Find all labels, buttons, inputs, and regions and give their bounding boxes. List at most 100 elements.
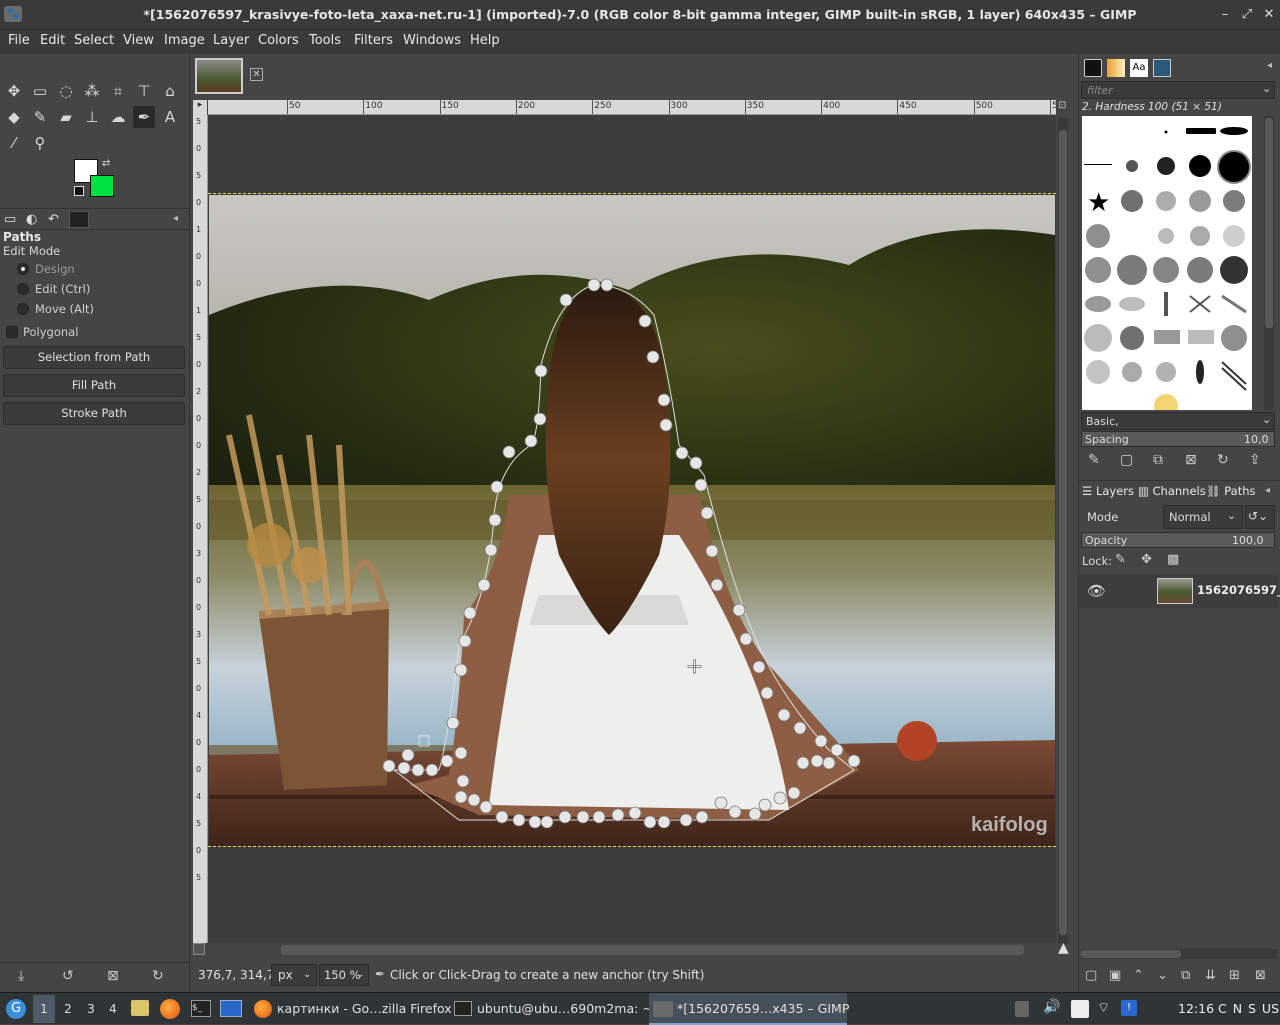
crop-icon[interactable]: ⌗ — [107, 80, 129, 102]
mode-edit-radio[interactable] — [17, 283, 29, 295]
path-anchor-point[interactable] — [752, 660, 766, 674]
workspace-3[interactable]: 3 — [83, 995, 99, 1023]
path-anchor-point[interactable] — [528, 815, 542, 829]
path-anchor-point[interactable] — [512, 813, 526, 827]
path-anchor-point[interactable] — [401, 748, 415, 762]
menu-layer[interactable]: Layer — [213, 33, 249, 48]
fill-path-button[interactable]: Fill Path — [3, 374, 185, 397]
path-anchor-point[interactable] — [657, 393, 671, 407]
dock-menu-icon[interactable]: ◂ — [1265, 485, 1270, 496]
path-anchor-point[interactable] — [446, 716, 460, 730]
path-anchor-point[interactable] — [397, 761, 411, 775]
clock[interactable]: 12:16 — [1178, 1001, 1214, 1016]
path-anchor-point[interactable] — [502, 445, 516, 459]
zoom-select[interactable]: 150 % ⌄ — [319, 964, 369, 986]
layer-row[interactable]: 👁 1562076597_kra — [1079, 574, 1280, 608]
eraser-icon[interactable]: ▰ — [55, 106, 77, 128]
minimize-button[interactable]: – — [1216, 6, 1234, 24]
path-anchor-point[interactable] — [454, 790, 468, 804]
taskbar-gimp[interactable]: *[156207659…x435 – GIMP — [649, 993, 849, 1025]
patterns-tab-icon[interactable] — [1107, 59, 1125, 77]
path-anchor-point[interactable] — [830, 743, 844, 757]
path-anchor-point[interactable] — [822, 756, 836, 770]
path-anchor-point[interactable] — [479, 800, 493, 814]
notification-icon[interactable]: ! — [1121, 1000, 1137, 1016]
path-anchor-point[interactable] — [534, 364, 548, 378]
images-tab-icon[interactable] — [69, 211, 89, 228]
path-anchor-point[interactable] — [495, 810, 509, 824]
horizontal-ruler[interactable]: 50100150200250300350400450500550600 — [208, 100, 1056, 115]
paths-tool-icon[interactable]: ✒ — [133, 106, 155, 128]
menu-help[interactable]: Help — [470, 33, 500, 48]
quick-mask-corner-icon[interactable]: ▸ — [193, 100, 207, 115]
path-anchor-point[interactable] — [477, 578, 491, 592]
path-anchor-point[interactable] — [490, 480, 504, 494]
maximize-button[interactable]: ⤢ — [1238, 6, 1256, 24]
close-image-tab-icon[interactable]: ✕ — [250, 68, 263, 81]
path-anchor-point[interactable] — [796, 756, 810, 770]
mode-design-radio[interactable] — [17, 263, 29, 275]
delete-brush-icon[interactable]: ⊠ — [1185, 452, 1197, 468]
device-status-tab-icon[interactable]: ◐ — [26, 212, 37, 227]
text-tool-icon[interactable]: A — [159, 106, 181, 128]
brush-filter-input[interactable]: filter ⌄ — [1081, 81, 1275, 99]
color-picker-icon[interactable]: ⁄ — [3, 132, 25, 154]
clone-icon[interactable]: ⊥ — [81, 106, 103, 128]
layers-scrollbar[interactable] — [1081, 949, 1277, 959]
reset-options-icon[interactable]: ↻ — [152, 968, 164, 984]
default-colors-icon[interactable] — [74, 186, 84, 196]
path-anchor-point[interactable] — [787, 786, 801, 800]
path-anchor-point[interactable] — [540, 815, 554, 829]
undo-history-tab-icon[interactable]: ↶ — [48, 212, 59, 227]
merge-down-icon[interactable]: ⇊ — [1205, 968, 1216, 983]
path-anchor-point[interactable] — [847, 754, 861, 768]
brush-scroll-thumb[interactable] — [1265, 118, 1273, 328]
fuzzy-select-icon[interactable]: ⁂ — [81, 80, 103, 102]
new-layer-group-icon[interactable]: ▣ — [1109, 968, 1121, 983]
delete-layer-icon[interactable]: ⊠ — [1255, 968, 1266, 983]
wifi-icon[interactable]: ⌔ — [1097, 999, 1110, 1017]
show-desktop-icon[interactable] — [220, 1000, 242, 1017]
brush-preset-select[interactable]: Basic, ⌄ — [1081, 412, 1275, 430]
path-anchor-point[interactable] — [814, 734, 828, 748]
path-anchor-point[interactable] — [425, 763, 439, 777]
dock-menu-icon[interactable]: ◂ — [173, 213, 178, 224]
paintbrush-icon[interactable]: ✎ — [29, 106, 51, 128]
brush-scrollbar[interactable] — [1264, 116, 1274, 410]
path-anchor-point[interactable] — [689, 456, 703, 470]
rect-select-icon[interactable]: ▭ — [29, 80, 51, 102]
path-anchor-point[interactable] — [559, 293, 573, 307]
new-brush-icon[interactable]: ▢ — [1120, 452, 1133, 468]
path-anchor-point[interactable] — [675, 446, 689, 460]
menu-colors[interactable]: Colors — [258, 33, 299, 48]
save-options-icon[interactable]: ⤓ — [18, 968, 24, 984]
path-anchor-point[interactable] — [467, 793, 481, 807]
menu-windows[interactable]: Windows — [403, 33, 461, 48]
path-anchor-point[interactable] — [611, 808, 625, 822]
path-anchor-point[interactable] — [524, 434, 538, 448]
path-anchor-point[interactable] — [758, 798, 772, 812]
path-anchor-point[interactable] — [793, 721, 807, 735]
dock-menu-icon[interactable]: ◂ — [1267, 60, 1272, 71]
path-anchor-point[interactable] — [710, 578, 724, 592]
navigate-corner-icon[interactable] — [193, 943, 205, 955]
taskbar-terminal[interactable]: ubuntu@ubu…690m2ma: ~ — [450, 993, 653, 1025]
lock-pixels-icon[interactable]: ✎ — [1115, 552, 1126, 567]
edit-brush-icon[interactable]: ✎ — [1088, 452, 1100, 468]
path-anchor-point[interactable] — [411, 763, 425, 777]
path-anchor-point[interactable] — [695, 810, 709, 824]
path-anchor-point[interactable] — [732, 603, 746, 617]
updates-icon[interactable] — [1015, 1001, 1029, 1017]
path-anchor-point[interactable] — [440, 754, 454, 768]
path-anchor-point[interactable] — [592, 810, 606, 824]
path-anchor-point[interactable] — [558, 810, 572, 824]
path-anchor-point[interactable] — [643, 815, 657, 829]
start-menu-icon[interactable]: G — [6, 999, 26, 1019]
path-anchor-point[interactable] — [382, 759, 396, 773]
path-anchor-point[interactable] — [679, 813, 693, 827]
refresh-brushes-icon[interactable]: ↻ — [1217, 452, 1229, 468]
vertical-scroll-thumb[interactable] — [1059, 130, 1067, 935]
path-anchor-point[interactable] — [458, 634, 472, 648]
clipboard-icon[interactable] — [1071, 1000, 1089, 1018]
new-layer-icon[interactable]: ▢ — [1085, 968, 1097, 983]
